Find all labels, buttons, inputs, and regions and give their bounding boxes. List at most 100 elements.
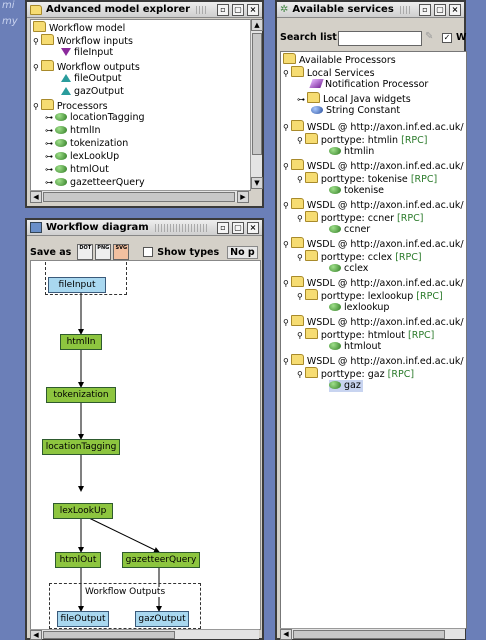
tree-node[interactable]: String Constant [311, 105, 400, 117]
save-png-button[interactable]: PNG [95, 244, 112, 260]
tree-node[interactable]: ⚲ WSDL @ http://axon.inf.ed.ac.uk/ [283, 159, 464, 172]
close-icon[interactable]: × [247, 3, 259, 16]
diagram-titlebar[interactable]: Workflow diagram ▫ ▢ × [27, 220, 262, 236]
tree-node[interactable]: ⚲ porttype: gaz [RPC] [297, 367, 414, 380]
expand-handle-icon[interactable]: ⚲ [283, 279, 289, 288]
scroll-up-icon[interactable]: ▲ [251, 19, 263, 31]
tree-node[interactable]: ⚲ WSDL @ http://axon.inf.ed.ac.uk/ [283, 315, 464, 328]
tree-node[interactable]: htmlin [329, 146, 374, 158]
expand-handle-icon[interactable]: ⚲ [33, 37, 39, 46]
scroll-left-icon[interactable]: ◀ [280, 629, 292, 640]
tokenization-node[interactable]: tokenization [46, 387, 116, 403]
horizontal-scrollbar[interactable]: ◀ [30, 629, 259, 640]
tree-node[interactable]: ⊶ tokenization [45, 138, 128, 150]
htmlout-node[interactable]: htmlOut [55, 552, 101, 568]
show-types-checkbox[interactable]: Show types [143, 247, 219, 258]
tree-node[interactable]: ⚲ WSDL @ http://axon.inf.ed.ac.uk/ [283, 237, 464, 250]
checkbox-icon[interactable] [143, 247, 154, 257]
tree-node[interactable]: ⊶ lexLookUp [45, 151, 119, 163]
tree-node[interactable]: lexlookup [329, 302, 389, 314]
expand-handle-icon[interactable]: ⊶ [45, 152, 53, 161]
maximize-icon[interactable]: ▢ [434, 3, 446, 16]
tree-node[interactable]: Workflow model [33, 21, 125, 34]
expand-handle-icon[interactable]: ⊶ [45, 113, 53, 122]
expand-handle-icon[interactable]: ⚲ [297, 292, 303, 301]
tree-node[interactable]: ⚲ porttype: htmlout [RPC] [297, 328, 434, 341]
tree-node[interactable]: ccner [329, 224, 370, 236]
save-svg-button[interactable]: SVG [113, 244, 130, 260]
undock-icon[interactable]: ▫ [217, 221, 229, 234]
tree-node[interactable]: gazOutput [61, 86, 124, 98]
scroll-down-icon[interactable]: ▼ [251, 177, 263, 189]
model-explorer-titlebar[interactable]: Advanced model explorer ▫ ▢ × [27, 2, 262, 18]
gazetteerquery-node[interactable]: gazetteerQuery [122, 552, 200, 568]
clear-search-icon[interactable]: ✎ [425, 31, 437, 44]
tree-node[interactable]: tokenise [329, 185, 384, 197]
drag-grip[interactable] [196, 5, 208, 14]
scroll-thumb[interactable] [43, 192, 235, 202]
lexlookup-node[interactable]: lexLookUp [53, 503, 113, 519]
tree-node[interactable]: cclex [329, 263, 368, 275]
tree-node[interactable]: htmlout [329, 341, 381, 353]
expand-handle-icon[interactable]: ⚲ [297, 136, 303, 145]
expand-handle-icon[interactable]: ⚲ [283, 318, 289, 327]
tree-node[interactable]: fileOutput [61, 73, 121, 85]
diagram-canvas[interactable]: fileInput htmlIn tokenization locationTa… [30, 260, 261, 630]
tree-node[interactable]: ⚲ porttype: lexlookup [RPC] [297, 289, 443, 302]
tree-node-selected[interactable]: gaz [329, 380, 363, 392]
expand-handle-icon[interactable]: ⊶ [45, 165, 53, 174]
expand-handle-icon[interactable]: ⊶ [45, 126, 53, 135]
search-input[interactable] [338, 31, 422, 46]
horizontal-scrollbar[interactable]: ◀ [280, 628, 465, 640]
tree-node[interactable]: Available Processors [283, 53, 396, 66]
expand-handle-icon[interactable]: ⚲ [297, 370, 303, 379]
htmlin-node[interactable]: htmlIn [60, 334, 102, 350]
tree-node[interactable]: fileInput [61, 47, 113, 59]
scroll-thumb[interactable] [43, 631, 175, 639]
tree-node[interactable]: ⚲ WSDL @ http://axon.inf.ed.ac.uk/ [283, 198, 464, 211]
expand-handle-icon[interactable]: ⊶ [45, 178, 53, 187]
expand-handle-icon[interactable]: ⚲ [283, 357, 289, 366]
expand-handle-icon[interactable]: ⊶ [45, 139, 53, 148]
expand-handle-icon[interactable]: ⚲ [283, 69, 289, 78]
scroll-right-icon[interactable]: ▶ [237, 191, 249, 203]
watch-checkbox[interactable]: ✓ W [442, 32, 466, 43]
vertical-scrollbar[interactable]: ▲ ▼ [250, 19, 263, 189]
tree-node[interactable]: ⚲ porttype: tokenise [RPC] [297, 172, 437, 185]
expand-handle-icon[interactable]: ⚲ [283, 201, 289, 210]
tree-node[interactable]: ⚲ porttype: htmlin [RPC] [297, 133, 428, 146]
tree-node[interactable]: ⚲ Workflow inputs [33, 34, 133, 47]
expand-handle-icon[interactable]: ⚲ [297, 331, 303, 340]
undock-icon[interactable]: ▫ [419, 3, 431, 16]
drag-grip[interactable] [399, 5, 410, 14]
scroll-thumb[interactable] [293, 630, 445, 639]
tree-node[interactable]: ⚲ porttype: ccner [RPC] [297, 211, 423, 224]
tree-node[interactable]: ⚲ Workflow outputs [33, 60, 140, 73]
tree-node[interactable]: ⊶ htmlIn [45, 125, 100, 137]
horizontal-scrollbar[interactable]: ◀ ▶ [30, 190, 249, 203]
expand-handle-icon[interactable]: ⚲ [33, 63, 39, 72]
tree-node[interactable]: ⊶ locationTagging [45, 112, 145, 124]
tree-node[interactable]: ⚲ WSDL @ http://axon.inf.ed.ac.uk/ [283, 354, 464, 367]
locationtagging-node[interactable]: locationTagging [42, 439, 120, 455]
expand-handle-icon[interactable]: ⚲ [33, 102, 39, 111]
tree-node[interactable]: Notification Processor [309, 79, 428, 91]
close-icon[interactable]: × [247, 221, 259, 234]
expand-handle-icon[interactable]: ⚲ [283, 123, 289, 132]
services-titlebar[interactable]: ✲ Available services ▫ ▢ × [277, 2, 464, 18]
expand-handle-icon[interactable]: ⊶ [297, 95, 305, 104]
tree-node[interactable]: ⚲ WSDL @ http://axon.inf.ed.ac.uk/ [283, 120, 464, 133]
scroll-left-icon[interactable]: ◀ [30, 630, 42, 640]
undock-icon[interactable]: ▫ [217, 3, 229, 16]
tree-node[interactable]: ⚲ Processors [33, 99, 108, 112]
scroll-thumb[interactable] [252, 33, 262, 155]
save-dot-button[interactable]: DOT [77, 244, 94, 260]
scroll-left-icon[interactable]: ◀ [30, 191, 42, 203]
gazoutput-node[interactable]: gazOutput [135, 611, 189, 627]
expand-handle-icon[interactable]: ⚲ [297, 214, 303, 223]
fileoutput-node[interactable]: fileOutput [57, 611, 109, 627]
fileinput-node[interactable]: fileInput [48, 277, 106, 293]
expand-handle-icon[interactable]: ⚲ [283, 162, 289, 171]
checkbox-icon[interactable]: ✓ [442, 32, 452, 43]
tree-node[interactable]: ⚲ Local Services [283, 66, 375, 79]
